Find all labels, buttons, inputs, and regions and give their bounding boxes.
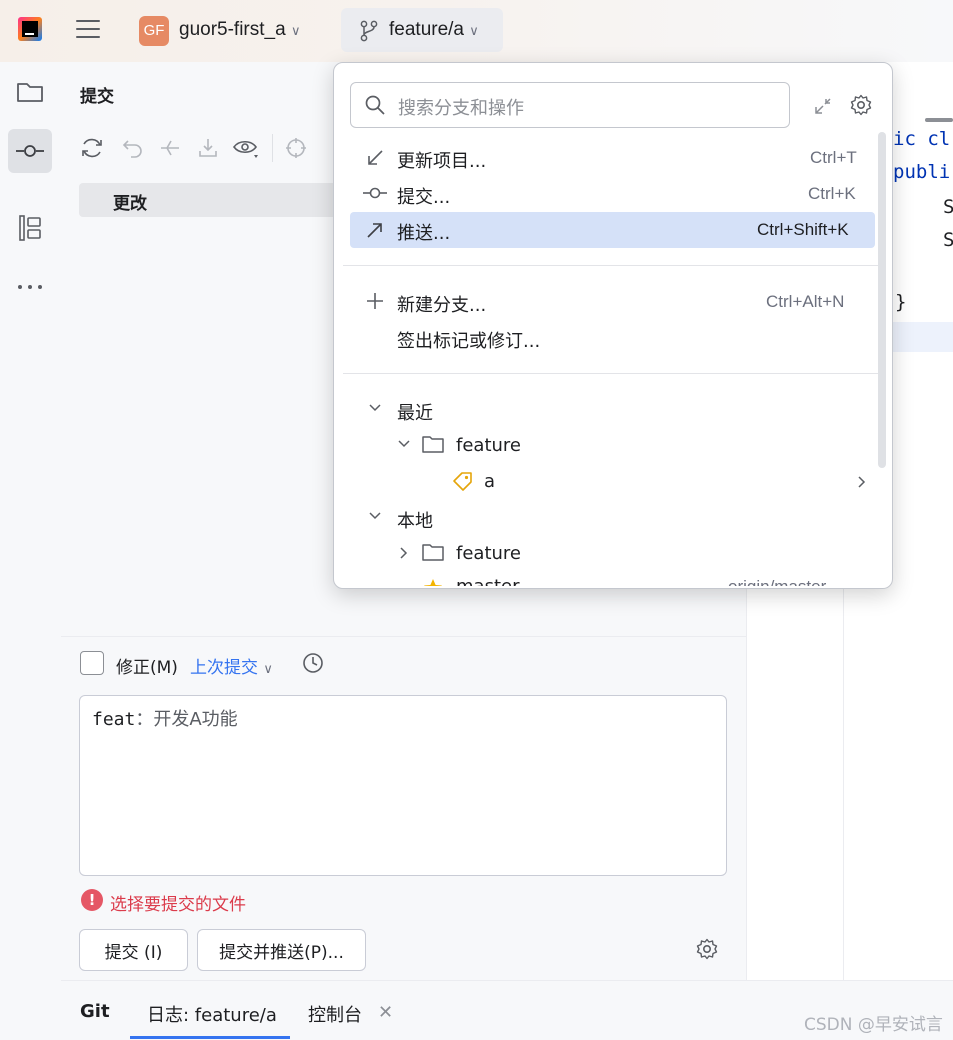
commit-and-push-button[interactable]: 提交并推送(P)... [197, 929, 366, 971]
chevron-down-icon [398, 440, 410, 448]
menu-item-label: 新建分支... [397, 295, 487, 316]
popup-scrollbar[interactable] [878, 132, 886, 468]
branch-label: feature/a [389, 19, 464, 40]
commit-icon [363, 187, 387, 199]
tab-console[interactable]: 控制台 [308, 1001, 362, 1027]
menu-item-shortcut: Ctrl+T [810, 148, 857, 167]
code-line: publi [893, 161, 951, 183]
menu-item-shortcut: Ctrl+Shift+K [757, 220, 849, 239]
project-badge[interactable]: GF [139, 16, 169, 46]
git-tool-title: Git [80, 1001, 110, 1022]
push-arrow-icon [367, 223, 382, 238]
project-folder-icon[interactable] [8, 70, 52, 114]
editor-tab-indicator [925, 118, 953, 122]
chevron-down-icon [369, 512, 381, 520]
structure-icon[interactable] [8, 206, 52, 250]
popup-separator [343, 265, 879, 266]
commit-tool-icon[interactable] [8, 129, 52, 173]
refresh-icon[interactable] [78, 134, 106, 162]
tree-group-label: 本地 [397, 511, 433, 532]
tree-branch-label: master [456, 576, 519, 586]
update-download-icon[interactable] [194, 134, 222, 162]
close-icon[interactable]: ✕ [378, 1002, 393, 1023]
commit-toolbar [78, 134, 338, 164]
amend-label: 修正(M) [116, 658, 178, 678]
menu-item-label: 签出标记或修订... [397, 331, 541, 352]
panel-title: 提交 [80, 87, 114, 107]
tree-folder-label: feature [456, 543, 521, 564]
eye-icon[interactable] [232, 134, 260, 162]
folder-icon [422, 544, 444, 561]
chevron-down-icon: ∨ [469, 23, 479, 38]
plus-icon [367, 293, 383, 309]
chevron-right-icon [400, 547, 408, 559]
intellij-logo-icon[interactable] [18, 17, 42, 41]
tree-branch-master[interactable]: master origin/master [334, 572, 890, 586]
chevron-down-icon: ∨ [263, 662, 273, 677]
folder-icon [422, 436, 444, 453]
changes-label: 更改 [113, 194, 147, 214]
menu-item-label: 更新项目... [397, 151, 487, 172]
panel-divider [61, 636, 746, 637]
project-name: guor5-first_a [179, 19, 286, 40]
tree-branch-a[interactable] [350, 464, 875, 500]
watermark: CSDN @早安试言 [804, 1015, 943, 1035]
history-icon[interactable] [302, 652, 324, 674]
amend-checkbox[interactable] [80, 651, 104, 675]
main-menu-icon[interactable] [76, 18, 102, 40]
tree-folder-label: feature [456, 435, 521, 456]
rollback-icon[interactable] [118, 134, 146, 162]
tracking-branch-label: origin/master [728, 577, 826, 586]
commit-message-text: feat：开发A功能 [92, 705, 238, 731]
star-icon [424, 579, 442, 586]
message-rest: ：开发A功能 [135, 709, 238, 730]
code-line: S [943, 196, 953, 218]
tab-log[interactable]: 日志: feature/a [147, 1001, 277, 1027]
update-arrow-icon [368, 150, 383, 165]
shelve-icon[interactable] [156, 134, 184, 162]
search-icon [365, 95, 385, 115]
last-commit-label: 上次提交 [190, 658, 258, 678]
code-line: } [895, 291, 907, 313]
error-icon: ! [81, 889, 103, 911]
gear-icon[interactable] [696, 938, 718, 960]
search-placeholder: 搜索分支和操作 [398, 98, 524, 119]
settings-gear-icon[interactable] [850, 94, 872, 116]
chevron-right-icon [858, 476, 866, 488]
tag-icon [453, 472, 472, 491]
menu-item-shortcut: Ctrl+K [808, 184, 856, 203]
menu-item-label: 提交... [397, 187, 451, 208]
message-prefix: feat [92, 709, 136, 730]
tree-branch-label: a [484, 471, 496, 492]
project-selector[interactable]: guor5-first_a ∨ [179, 19, 300, 41]
last-commit-dropdown[interactable]: 上次提交 ∨ [190, 653, 273, 678]
popup-separator [343, 373, 879, 374]
target-icon[interactable] [282, 134, 310, 162]
commit-button[interactable]: 提交 (I) [79, 929, 188, 971]
code-line: ic cl [893, 128, 951, 150]
chevron-down-icon: ∨ [290, 23, 301, 38]
toolbar-divider [272, 134, 273, 162]
menu-item-shortcut: Ctrl+Alt+N [766, 292, 845, 311]
collapse-icon[interactable] [812, 95, 834, 117]
chevron-down-icon [369, 404, 381, 412]
menu-item-label: 推送... [397, 223, 451, 244]
branch-icon [360, 20, 378, 42]
more-tools-icon[interactable] [8, 265, 52, 309]
current-branch[interactable]: feature/a ∨ [389, 19, 479, 41]
tree-group-label: 最近 [397, 403, 433, 424]
error-message: 选择要提交的文件 [110, 895, 246, 915]
code-line: S [943, 229, 953, 251]
